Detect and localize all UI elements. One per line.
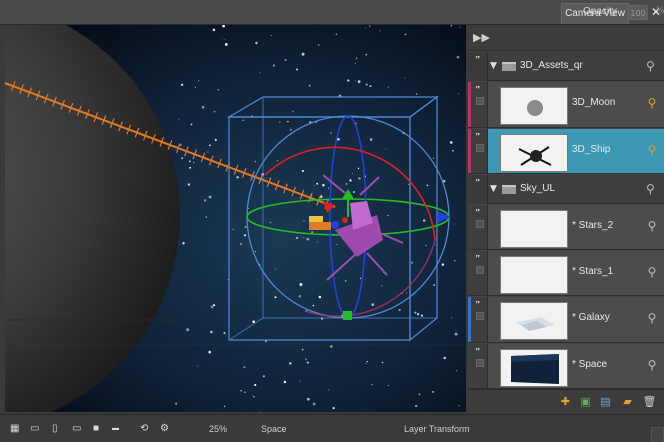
layers-panel: ▶▶ " ▼ 3D_Assets_qr ⚲ " 3D_Moon ⚲ " 3D_S… — [468, 25, 664, 414]
quote-icon: " — [475, 347, 481, 358]
layer-group-sky[interactable]: " ▼ Sky_UL ⚲ — [468, 175, 664, 204]
layer-thumbnail — [500, 87, 568, 125]
layer-row-space[interactable]: " * Space ⚲ — [468, 344, 664, 389]
view-tab-bar: Camera View + ✕ — [0, 0, 664, 25]
quote-icon: " — [475, 132, 481, 143]
onion-icon[interactable]: ⟲ — [140, 423, 148, 435]
frame-icon[interactable]: ▯ — [52, 423, 58, 435]
quote-icon: " — [475, 85, 481, 96]
layer-row-stars-1[interactable]: " * Stars_1 ⚲ — [468, 251, 664, 296]
visibility-checkbox[interactable] — [476, 144, 484, 152]
visibility-checkbox[interactable] — [476, 312, 484, 320]
opacity-input[interactable]: 100 — [628, 5, 648, 20]
folder-icon — [502, 185, 516, 194]
group-name: 3D_Assets_qr — [520, 60, 583, 71]
layers-panel-footer: ✚ ▣ ▤ ▰ 🗑 — [468, 389, 664, 414]
camera-viewport[interactable] — [5, 25, 466, 412]
layer-name: 3D_Ship — [572, 144, 611, 155]
gold-pin-icon[interactable]: ⚲ — [646, 142, 658, 158]
quote-icon: " — [475, 208, 481, 219]
quote-icon: " — [475, 300, 481, 311]
layers-panel-header: ▶▶ — [468, 25, 664, 51]
frame-black-icon[interactable]: ■ — [93, 423, 99, 435]
expand-triangle-icon[interactable]: ▼ — [490, 184, 497, 194]
add-drawing-layer-icon[interactable]: ▣ — [578, 394, 593, 409]
pin-icon[interactable]: ⚲ — [646, 59, 655, 73]
safe-area-icon[interactable]: ▭ — [30, 423, 39, 435]
pin-icon[interactable]: ⚲ — [646, 310, 658, 326]
layer-thumbnail — [500, 256, 568, 294]
layer-thumbnail — [500, 210, 568, 248]
layer-row-galaxy[interactable]: " * Galaxy ⚲ — [468, 297, 664, 343]
layer-name: * Stars_1 — [572, 266, 614, 277]
layer-name: * Galaxy — [572, 312, 610, 323]
gold-pin-icon[interactable]: ⚲ — [646, 95, 658, 111]
grid-icon[interactable]: ▦ — [10, 423, 19, 435]
layer-thumbnail — [500, 302, 568, 340]
visibility-checkbox[interactable] — [476, 359, 484, 367]
pin-icon[interactable]: ⚲ — [646, 182, 655, 196]
frame-wide-icon[interactable]: ▭ — [72, 423, 81, 435]
add-color-card-icon[interactable]: ▤ — [598, 394, 613, 409]
layer-name: * Stars_2 — [572, 220, 614, 231]
layer-row-stars-2[interactable]: " * Stars_2 ⚲ — [468, 205, 664, 250]
layer-group-3d-assets[interactable]: " ▼ 3D_Assets_qr ⚲ — [468, 52, 664, 81]
visibility-checkbox[interactable] — [476, 97, 484, 105]
resize-grip[interactable] — [651, 427, 664, 442]
zoom-level[interactable]: 25% — [209, 424, 227, 434]
layer-row-moon[interactable]: " 3D_Moon ⚲ — [468, 82, 664, 128]
app-window: Camera View + ✕ — [0, 0, 664, 442]
opacity-suffix: % — [656, 6, 664, 16]
delete-icon[interactable]: 🗑 — [642, 394, 657, 409]
expand-triangle-icon[interactable]: ▼ — [490, 61, 497, 71]
add-group-icon[interactable]: ▰ — [620, 394, 635, 409]
pin-icon[interactable]: ⚲ — [646, 218, 658, 234]
layer-thumbnail — [500, 349, 568, 387]
quote-icon: " — [475, 178, 481, 189]
visibility-checkbox[interactable] — [476, 220, 484, 228]
layer-name: * Space — [572, 359, 608, 370]
scale-handle-bottom[interactable] — [343, 311, 352, 320]
scene-canvas[interactable] — [5, 25, 466, 412]
fast-forward-icon[interactable]: ▶▶ — [473, 30, 490, 46]
quote-icon: " — [475, 254, 481, 265]
layer-thumbnail — [500, 134, 568, 172]
pin-icon[interactable]: ⚲ — [646, 357, 658, 373]
quote-icon: " — [475, 55, 481, 66]
status-bar: ▦ ▭ ▯ ▭ ■ ▬ ⟲ ⚙ 25% Space Layer Transfor… — [0, 414, 664, 442]
peg-icon[interactable]: ⚙ — [160, 423, 169, 435]
visibility-checkbox[interactable] — [476, 266, 484, 274]
space-readout: Space — [261, 424, 287, 434]
pin-icon[interactable]: ⚲ — [646, 264, 658, 280]
layer-name: 3D_Moon — [572, 97, 616, 108]
timecode-icon[interactable]: ▬ — [112, 423, 119, 435]
add-layer-icon[interactable]: ✚ — [558, 394, 573, 409]
layer-row-ship[interactable]: " 3D_Ship ⚲ — [468, 129, 664, 174]
group-name: Sky_UL — [520, 183, 556, 194]
folder-icon — [502, 62, 516, 71]
current-tool: Layer Transform — [404, 424, 470, 434]
opacity-label: Opacity — [583, 6, 617, 17]
